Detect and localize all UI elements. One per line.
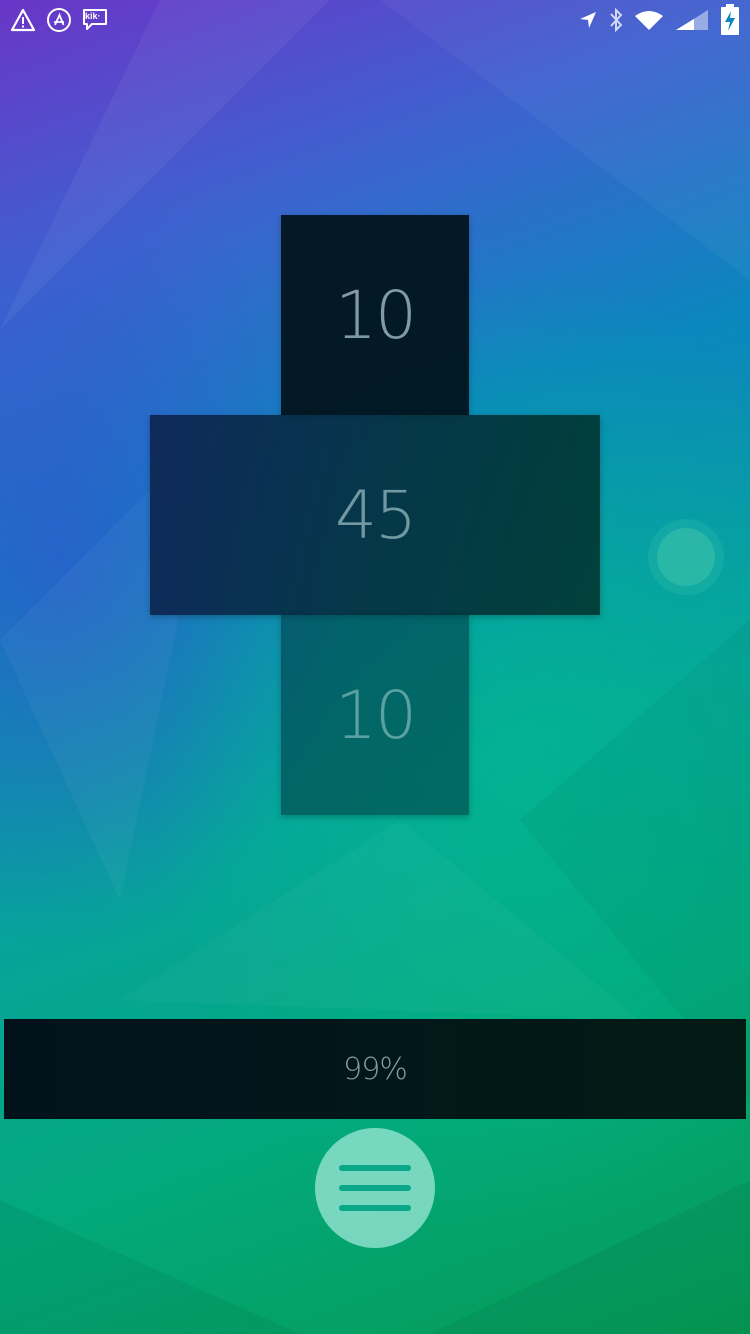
circle-handle-inner xyxy=(657,528,715,586)
system-icons xyxy=(578,4,740,36)
wifi-icon xyxy=(634,9,664,31)
status-bar: kik· xyxy=(0,0,750,40)
picker-value-below-text: 10 xyxy=(335,676,417,754)
progress-bar: 99% xyxy=(4,1019,746,1119)
bluetooth-icon xyxy=(608,7,624,33)
hamburger-menu-icon-line xyxy=(339,1165,411,1171)
battery-charging-icon xyxy=(720,4,740,36)
hamburger-menu-icon-line xyxy=(339,1185,411,1191)
hamburger-menu-icon-line xyxy=(339,1205,411,1211)
notification-icons: kik· xyxy=(10,7,108,33)
kik-label: kik· xyxy=(85,11,101,21)
circle-handle-icon[interactable] xyxy=(648,519,724,595)
progress-label: 99% xyxy=(343,1051,408,1087)
location-icon xyxy=(578,10,598,30)
hamburger-menu-button[interactable] xyxy=(315,1128,435,1248)
app-store-icon xyxy=(46,7,72,33)
alert-icon xyxy=(10,8,36,32)
picker-value-above[interactable]: 10 xyxy=(281,215,469,415)
picker-value-above-text: 10 xyxy=(335,276,417,354)
picker-selected-value[interactable]: 45 xyxy=(150,415,600,615)
cell-signal-icon xyxy=(674,8,710,32)
kik-icon: kik· xyxy=(82,8,108,32)
picker-value-below[interactable]: 10 xyxy=(281,615,469,815)
picker-selected-value-text: 45 xyxy=(335,476,417,554)
